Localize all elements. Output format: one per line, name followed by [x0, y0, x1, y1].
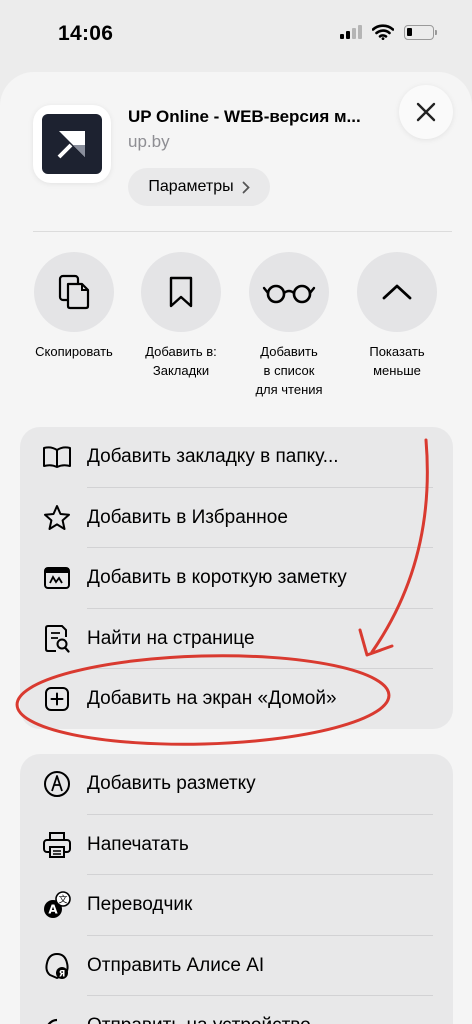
options-button-label: Параметры	[148, 178, 234, 195]
translate-icon: A文	[42, 890, 72, 920]
menu-item-bookmark-folder[interactable]: Добавить закладку в папку...	[20, 427, 453, 488]
action-show-less[interactable]: Показать меньше	[342, 252, 452, 380]
menu-item-label: Напечатать	[87, 833, 189, 855]
status-bar: 14:06	[0, 0, 472, 70]
page-url: up.by	[128, 132, 170, 151]
action-bookmark-label: Добавить в: Закладки	[145, 344, 217, 378]
copy-icon	[34, 252, 114, 332]
page-title: UP Online - WEB-версия м...	[128, 107, 361, 126]
svg-text:Я: Я	[59, 969, 66, 979]
menu-item-label: Переводчик	[87, 894, 193, 916]
status-icons	[340, 24, 437, 40]
wifi-icon	[372, 24, 394, 40]
chevron-up-icon	[357, 252, 437, 332]
site-icon	[33, 105, 111, 183]
divider	[33, 231, 452, 232]
menu-item-label: Добавить разметку	[87, 773, 256, 795]
action-show-less-label: Показать меньше	[369, 344, 425, 378]
cellular-signal-icon	[340, 25, 362, 39]
close-icon	[416, 102, 436, 122]
bookmark-icon	[141, 252, 221, 332]
quick-note-icon	[42, 563, 72, 593]
menu-group-1: Добавить закладку в папку... Добавить в …	[20, 427, 453, 729]
menu-item-label: Добавить в короткую заметку	[87, 567, 347, 589]
menu-item-favorites[interactable]: Добавить в Избранное	[20, 488, 453, 548]
menu-item-send-to-alice[interactable]: Я Отправить Алисе AI	[20, 936, 453, 996]
up-logo-icon	[57, 131, 85, 159]
action-copy-label: Скопировать	[35, 344, 113, 359]
menu-item-label: Добавить закладку в папку...	[87, 446, 339, 468]
menu-item-label: Найти на странице	[87, 627, 255, 649]
svg-text:文: 文	[58, 894, 67, 906]
close-button[interactable]	[399, 85, 453, 139]
menu-item-print[interactable]: Напечатать	[20, 815, 453, 875]
printer-icon	[42, 830, 72, 860]
share-sheet: UP Online - WEB-версия м... up.by Параме…	[0, 72, 472, 1024]
menu-item-translator[interactable]: A文 Переводчик	[20, 875, 453, 936]
menu-item-find-on-page[interactable]: Найти на странице	[20, 609, 453, 669]
menu-group-2: Добавить разметку Напечатать A文 Переводч…	[20, 754, 453, 1024]
add-square-icon	[42, 684, 72, 714]
menu-item-add-to-home-screen[interactable]: Добавить на экран «Домой»	[20, 669, 453, 730]
status-time: 14:06	[58, 22, 114, 45]
alice-icon: Я	[42, 951, 72, 981]
action-reading-list-label: Добавить в список для чтения	[255, 344, 323, 397]
markup-icon	[42, 769, 72, 799]
action-reading-list[interactable]: Добавить в список для чтения	[234, 252, 344, 399]
menu-item-label: Отправить на устройство	[87, 1015, 311, 1024]
star-icon	[42, 503, 72, 533]
chevron-right-icon	[242, 181, 250, 193]
send-to-device-icon	[42, 1011, 72, 1024]
menu-item-markup[interactable]: Добавить разметку	[20, 754, 453, 815]
options-button[interactable]: Параметры	[128, 168, 270, 206]
menu-item-label: Добавить в Избранное	[87, 506, 288, 528]
book-icon	[42, 442, 72, 472]
svg-text:A: A	[48, 903, 58, 917]
menu-item-send-to-device[interactable]: Отправить на устройство	[20, 996, 453, 1024]
menu-item-quick-note[interactable]: Добавить в короткую заметку	[20, 548, 453, 609]
battery-icon	[404, 24, 437, 40]
menu-item-label: Отправить Алисе AI	[87, 954, 265, 976]
find-on-page-icon	[42, 624, 72, 654]
action-bookmark[interactable]: Добавить в: Закладки	[126, 252, 236, 380]
action-copy[interactable]: Скопировать	[19, 252, 129, 361]
menu-item-label: Добавить на экран «Домой»	[87, 688, 337, 710]
glasses-icon	[249, 252, 329, 332]
